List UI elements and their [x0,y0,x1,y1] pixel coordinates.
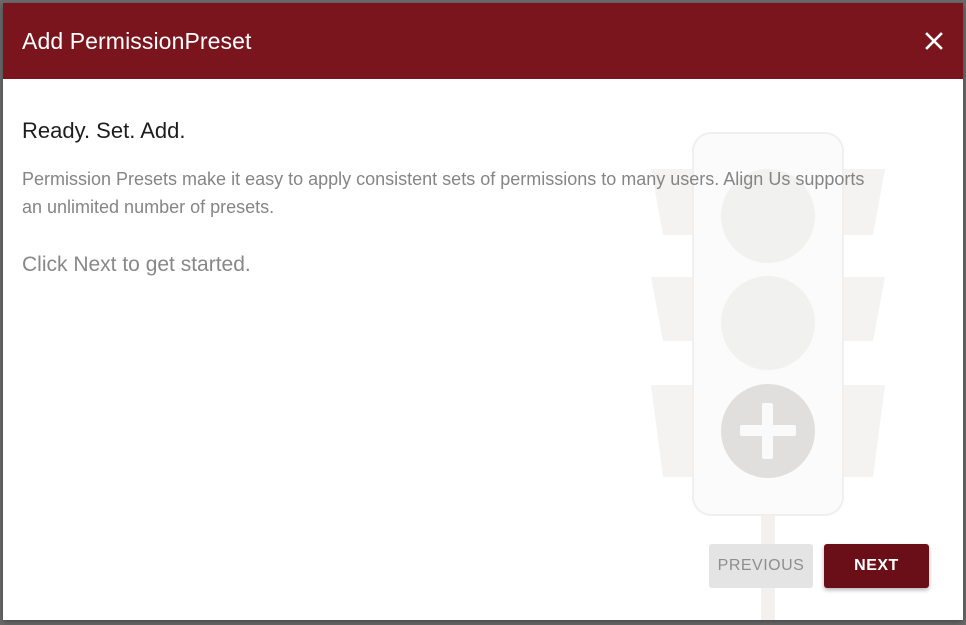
close-icon[interactable] [922,29,946,53]
get-started-hint: Click Next to get started. [22,253,251,276]
previous-button[interactable]: PREVIOUS [709,544,813,588]
intro-heading: Ready. Set. Add. [22,118,186,143]
intro-description: Permission Presets make it easy to apply… [22,169,865,217]
dialog-header: Add PermissionPreset [3,3,963,79]
dialog-title: Add PermissionPreset [22,28,252,54]
add-permission-preset-dialog: Add PermissionPreset Ready. Set. Add. Pe… [3,3,963,620]
next-button[interactable]: NEXT [824,544,929,588]
